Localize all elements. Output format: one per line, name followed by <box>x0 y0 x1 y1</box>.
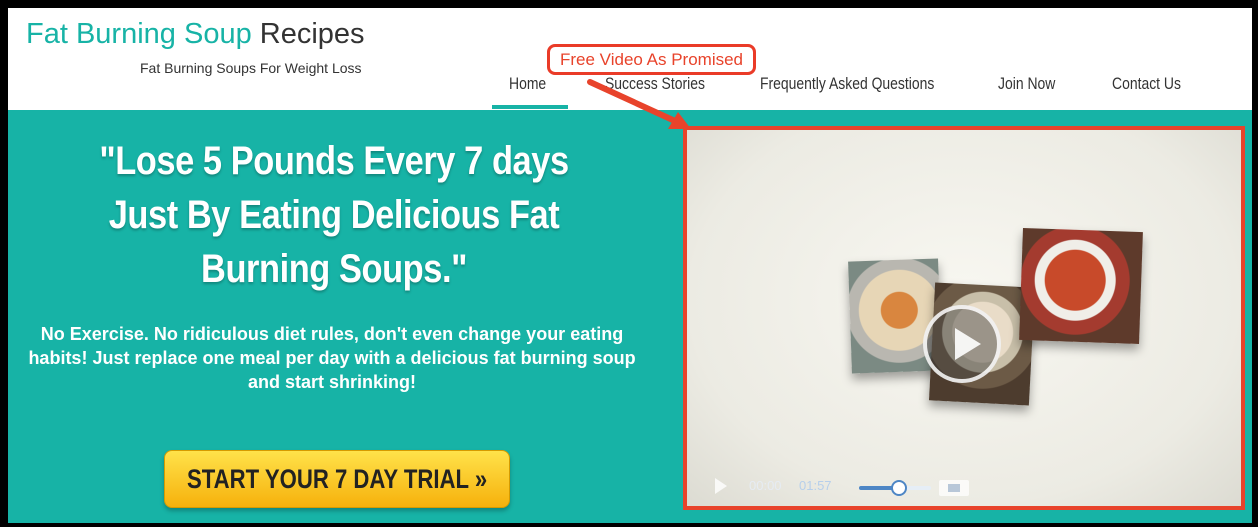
hero-headline: "Lose 5 Pounds Every 7 days Just By Eati… <box>99 139 569 291</box>
site-logo[interactable]: Fat Burning Soup Recipes <box>26 20 365 49</box>
start-trial-label: START YOUR 7 DAY TRIAL <box>186 463 469 494</box>
volume-knob[interactable] <box>890 480 907 496</box>
video-highlight-frame: 00:00 01:57 <box>683 126 1245 510</box>
logo-part-2: Recipes <box>259 18 365 50</box>
video-play-button[interactable] <box>923 305 1001 383</box>
nav-join-now[interactable]: Join Now <box>998 74 1055 94</box>
nav-home[interactable]: Home <box>509 74 546 94</box>
video-elapsed-time: 00:00 <box>749 478 782 493</box>
video-controls: 00:00 01:57 <box>687 472 1241 502</box>
double-chevron-right-icon: » <box>474 463 488 494</box>
video-player[interactable]: 00:00 01:57 <box>687 130 1241 506</box>
volume-slider[interactable] <box>859 480 931 496</box>
nav-success-stories[interactable]: Success Stories <box>605 74 705 94</box>
soup-photo-3 <box>1019 227 1143 345</box>
logo-part-1: Fat Burning Soup <box>26 18 252 50</box>
nav-faq[interactable]: Frequently Asked Questions <box>760 74 934 94</box>
fullscreen-icon[interactable] <box>939 480 969 496</box>
video-duration: 01:57 <box>799 478 832 493</box>
play-icon[interactable] <box>715 478 727 494</box>
hero-subtext: No Exercise. No ridiculous diet rules, d… <box>28 324 636 392</box>
nav-contact-us[interactable]: Contact Us <box>1112 74 1181 94</box>
start-trial-button[interactable]: START YOUR 7 DAY TRIAL » <box>164 450 510 508</box>
annotation-callout: Free Video As Promised <box>547 44 756 75</box>
page-frame: Fat Burning Soup Recipes Fat Burning Sou… <box>8 8 1252 523</box>
nav-active-indicator <box>492 105 568 109</box>
